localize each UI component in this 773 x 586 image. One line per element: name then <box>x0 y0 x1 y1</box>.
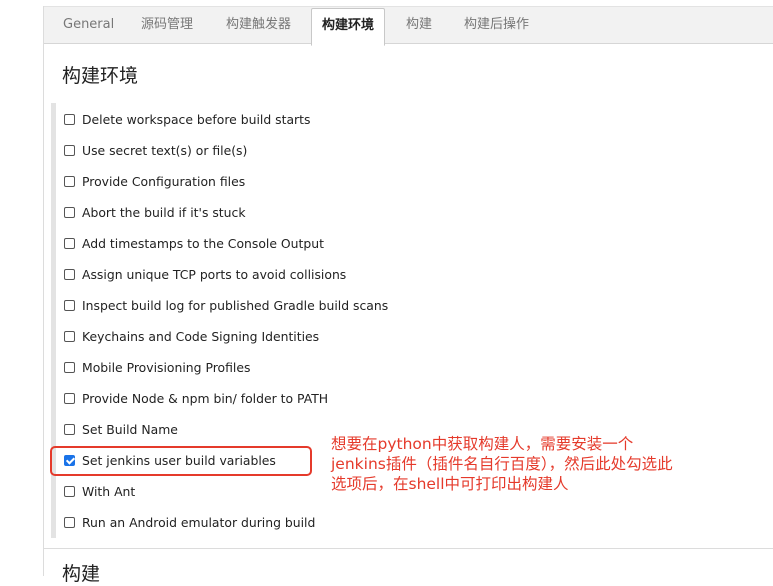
tab-post-build-actions[interactable]: 构建后操作 <box>464 7 529 43</box>
checkbox-gradle-build-scans[interactable] <box>64 299 75 311</box>
option-label: Keychains and Code Signing Identities <box>82 328 320 344</box>
option-mobile-provisioning[interactable]: Mobile Provisioning Profiles <box>64 357 250 377</box>
tab-build[interactable]: 构建 <box>406 7 432 43</box>
checkbox-android-emulator[interactable] <box>64 516 75 528</box>
option-gradle-build-scans[interactable]: Inspect build log for published Gradle b… <box>64 295 388 315</box>
checkbox-provide-config-files[interactable] <box>64 175 75 187</box>
option-set-build-name[interactable]: Set Build Name <box>64 419 178 439</box>
checkbox-node-npm-path[interactable] <box>64 392 75 404</box>
checkbox-keychains-code-signing[interactable] <box>64 330 75 342</box>
option-label: Set Build Name <box>82 421 178 437</box>
config-tab-bar: General 源码管理 构建触发器 构建环境 构建 构建后操作 <box>44 7 773 46</box>
next-section-title: 构建 <box>62 563 101 585</box>
option-label: Mobile Provisioning Profiles <box>82 359 251 375</box>
option-abort-if-stuck[interactable]: Abort the build if it's stuck <box>64 202 246 222</box>
tab-general[interactable]: General <box>63 7 114 43</box>
option-provide-config-files[interactable]: Provide Configuration files <box>64 171 245 191</box>
checkbox-delete-workspace[interactable] <box>64 113 75 125</box>
option-label: Provide Node & npm bin/ folder to PATH <box>82 390 329 406</box>
option-assign-tcp-ports[interactable]: Assign unique TCP ports to avoid collisi… <box>64 264 346 284</box>
option-label: Run an Android emulator during build <box>82 514 316 530</box>
section-divider <box>44 548 773 549</box>
annotation-line: 选项后，在shell中可打印出构建人 <box>331 475 569 493</box>
option-secret-text[interactable]: Use secret text(s) or file(s) <box>64 140 247 160</box>
checkbox-assign-tcp-ports[interactable] <box>64 268 75 280</box>
tab-source-management[interactable]: 源码管理 <box>141 7 193 43</box>
checkbox-abort-if-stuck[interactable] <box>64 206 75 218</box>
option-label: Delete workspace before build starts <box>82 111 311 127</box>
tab-build-environment[interactable]: 构建环境 <box>311 8 385 46</box>
left-panel <box>0 6 44 576</box>
option-with-ant[interactable]: With Ant <box>64 481 135 501</box>
checkbox-with-ant[interactable] <box>64 485 75 497</box>
checkbox-add-timestamps[interactable] <box>64 237 75 249</box>
option-label: Use secret text(s) or file(s) <box>82 142 248 158</box>
annotation-line: 想要在python中获取构建人，需要安装一个 <box>331 435 634 453</box>
annotation-highlight-box <box>50 446 312 476</box>
option-delete-workspace[interactable]: Delete workspace before build starts <box>64 109 310 129</box>
option-android-emulator[interactable]: Run an Android emulator during build <box>64 512 315 532</box>
checkbox-set-build-name[interactable] <box>64 423 75 435</box>
annotation-line: jenkins插件（插件名自行百度），然后此处勾选此 <box>331 455 673 473</box>
option-label: Provide Configuration files <box>82 173 246 189</box>
option-add-timestamps[interactable]: Add timestamps to the Console Output <box>64 233 324 253</box>
top-border <box>0 0 773 7</box>
option-label: Assign unique TCP ports to avoid collisi… <box>82 266 347 282</box>
option-label: Inspect build log for published Gradle b… <box>82 297 389 313</box>
checkbox-secret-text[interactable] <box>64 144 75 156</box>
section-title: 构建环境 <box>62 65 139 87</box>
option-keychains-code-signing[interactable]: Keychains and Code Signing Identities <box>64 326 319 346</box>
checkbox-mobile-provisioning[interactable] <box>64 361 75 373</box>
option-label: Add timestamps to the Console Output <box>82 235 324 251</box>
option-node-npm-path[interactable]: Provide Node & npm bin/ folder to PATH <box>64 388 328 408</box>
tab-build-triggers[interactable]: 构建触发器 <box>226 7 291 43</box>
annotation-note: 想要在python中获取构建人，需要安装一个 jenkins插件（插件名自行百度… <box>331 434 751 494</box>
option-label: Abort the build if it's stuck <box>82 204 246 220</box>
option-label: With Ant <box>82 483 136 499</box>
